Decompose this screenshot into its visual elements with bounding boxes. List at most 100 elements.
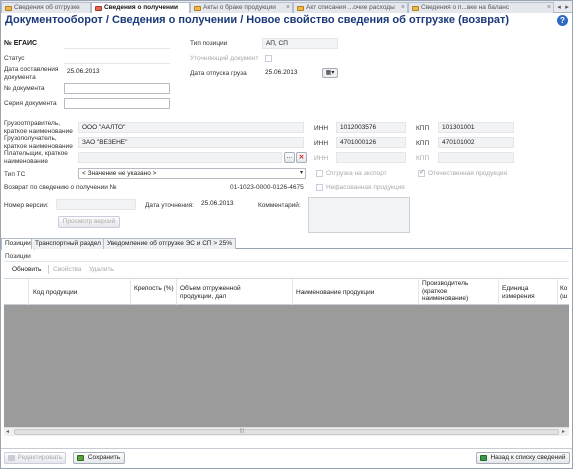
doc-number-input[interactable] <box>64 83 170 94</box>
version-label: Номер версии: <box>4 202 49 209</box>
column-volume[interactable]: Объем отгруженной продукции, дал <box>180 285 272 300</box>
version-field <box>56 199 136 210</box>
divider <box>48 265 49 274</box>
column-quantity[interactable]: Ко (ш <box>560 285 570 300</box>
egais-label: № ЕГАИС <box>4 40 38 47</box>
payer-inn-field <box>336 152 406 163</box>
back-to-list-button[interactable]: Назад к списку сведений <box>476 452 570 464</box>
save-icon <box>77 455 84 461</box>
column-strength[interactable]: Крепость (%) <box>134 285 174 293</box>
payer-clear-icon[interactable]: ✕ <box>296 152 307 163</box>
domestic-label: Отечественная продукция <box>428 170 508 177</box>
payer-kpp-field <box>438 152 514 163</box>
shipper-inn-field: 1012003576 <box>336 122 406 133</box>
page-header: Документооборот / Сведения о получении /… <box>1 13 572 29</box>
consignee-field: ЗАО "ВЕЗЕНЕ" <box>78 137 304 148</box>
close-icon[interactable]: × <box>401 3 405 13</box>
shipper-label: Грузоотправитель, краткое наименование <box>4 120 73 135</box>
payer-inn-label: ИНН <box>314 155 329 162</box>
document-icon <box>297 6 304 11</box>
payer-pick-button[interactable]: ... <box>284 152 295 163</box>
comment-label: Комментарий: <box>258 202 301 209</box>
document-icon <box>95 6 102 11</box>
close-icon[interactable]: × <box>286 3 290 13</box>
positions-grid-body <box>4 305 569 427</box>
clarify-date-field: 25.06.2013 <box>201 200 234 207</box>
tabs-scroll-right-icon[interactable]: ▸ <box>563 3 571 12</box>
footer-toolbar: Редактировать Сохранить Назад к списку с… <box>1 448 572 468</box>
position-type-label: Тип позиции <box>190 40 228 47</box>
comment-field <box>308 197 410 233</box>
divider <box>4 261 569 262</box>
payer-kpp-label: КПП <box>416 155 430 162</box>
doc-date-label: Дата составления документа <box>4 66 59 81</box>
document-tab-bar: Сведения об отгрузке Сведения о получени… <box>1 1 572 14</box>
section-tab-bar: Позиции Транспортный раздел Уведомление … <box>1 238 572 250</box>
tab-transport[interactable]: Транспортный раздел <box>31 238 105 249</box>
doc-series-input[interactable] <box>64 98 170 109</box>
scroll-right-icon[interactable]: ▸ <box>562 428 565 435</box>
consignee-inn-field: 4701000126 <box>336 137 406 148</box>
status-label: Статус <box>4 55 25 62</box>
ship-date-label: Дата отпуска груза <box>190 70 247 77</box>
export-checkbox[interactable] <box>316 170 323 177</box>
help-icon[interactable]: ? <box>557 15 568 26</box>
consignee-kpp-field: 470101002 <box>438 137 514 148</box>
unpacked-checkbox[interactable] <box>316 184 323 191</box>
shipper-field: ООО "ААЛТО" <box>78 122 304 133</box>
payer-label: Плательщик, краткое наименование <box>4 150 68 165</box>
unpacked-label: Нефасованная продукция <box>326 184 405 191</box>
delete-button[interactable]: Удалить <box>89 266 114 274</box>
tab-defect-acts[interactable]: Акты о браке продукции × <box>190 2 293 13</box>
clarify-date-label: Дата уточнения: <box>145 202 194 209</box>
status-field <box>64 53 170 64</box>
vehicle-type-label: Тип ТС <box>4 171 26 178</box>
return-label: Возврат по сведению о получении № <box>4 184 117 191</box>
scroll-thumb[interactable] <box>14 429 559 435</box>
chevron-down-icon: ▾ <box>299 170 303 176</box>
clarifying-doc-checkbox[interactable] <box>265 55 272 62</box>
column-unit[interactable]: Единица измерения <box>502 285 552 300</box>
domestic-checkbox[interactable] <box>418 168 425 177</box>
document-icon <box>412 6 419 11</box>
document-icon <box>194 6 201 11</box>
tab-shipment-info[interactable]: Сведения об отгрузке <box>1 2 91 13</box>
consignee-kpp-label: КПП <box>416 140 430 147</box>
properties-button[interactable]: Свойства <box>53 266 82 274</box>
tabs-scroll-left-icon[interactable]: ◂ <box>555 3 563 12</box>
clarifying-doc-label: Уточняющий документ <box>190 55 259 62</box>
document-icon <box>5 6 12 11</box>
vehicle-type-value: < Значение не указано > <box>82 170 157 177</box>
horizontal-scrollbar[interactable]: ◂ ||| ▸ <box>4 427 569 436</box>
save-button[interactable]: Сохранить <box>73 452 125 464</box>
egais-number-field <box>64 38 170 49</box>
edit-button[interactable]: Редактировать <box>4 452 66 464</box>
edit-icon <box>8 455 15 461</box>
tab-positions[interactable]: Позиции <box>1 238 35 250</box>
doc-date-field: 25.06.2013 <box>67 68 100 75</box>
ship-date-input[interactable]: 25.06.2013 <box>262 68 322 79</box>
close-icon[interactable]: × <box>547 3 551 13</box>
positions-grid-header: Код продукции Крепость (%) Объем отгруже… <box>4 278 570 306</box>
view-versions-button[interactable]: Просмотр версий <box>58 216 120 228</box>
column-manufacturer[interactable]: Производитель (краткое наименование) <box>422 280 492 303</box>
consignee-inn-label: ИНН <box>314 140 329 147</box>
tab-writeoff-acts[interactable]: Акт списания ...очие расходы × <box>293 2 408 13</box>
tab-notification[interactable]: Уведомление об отгрузке ЭС и СП > 25% <box>103 238 237 249</box>
doc-series-label: Серия документа <box>4 100 57 107</box>
grip-icon: ||| <box>240 428 244 434</box>
calendar-icon[interactable]: ▦▾ <box>322 68 338 78</box>
scroll-left-icon[interactable]: ◂ <box>6 428 9 435</box>
column-product-code[interactable]: Код продукции <box>33 289 77 297</box>
page-title: Документооборот / Сведения о получении /… <box>5 14 510 26</box>
tab-balance-info[interactable]: Сведения о п...вке на баланс × <box>408 2 554 13</box>
refresh-button[interactable]: Обновить <box>12 266 41 274</box>
consignee-label: Грузополучатель, краткое наименование <box>4 135 73 150</box>
shipper-kpp-field: 101301001 <box>438 122 514 133</box>
vehicle-type-select[interactable]: < Значение не указано > ▾ <box>78 168 306 179</box>
doc-number-label: № документа <box>4 85 45 92</box>
column-product-name[interactable]: Наименование продукции <box>296 289 374 297</box>
export-label: Отгрузка на экспорт <box>326 170 387 177</box>
payer-field <box>78 152 282 163</box>
positions-group-label: Позиции <box>5 253 31 260</box>
